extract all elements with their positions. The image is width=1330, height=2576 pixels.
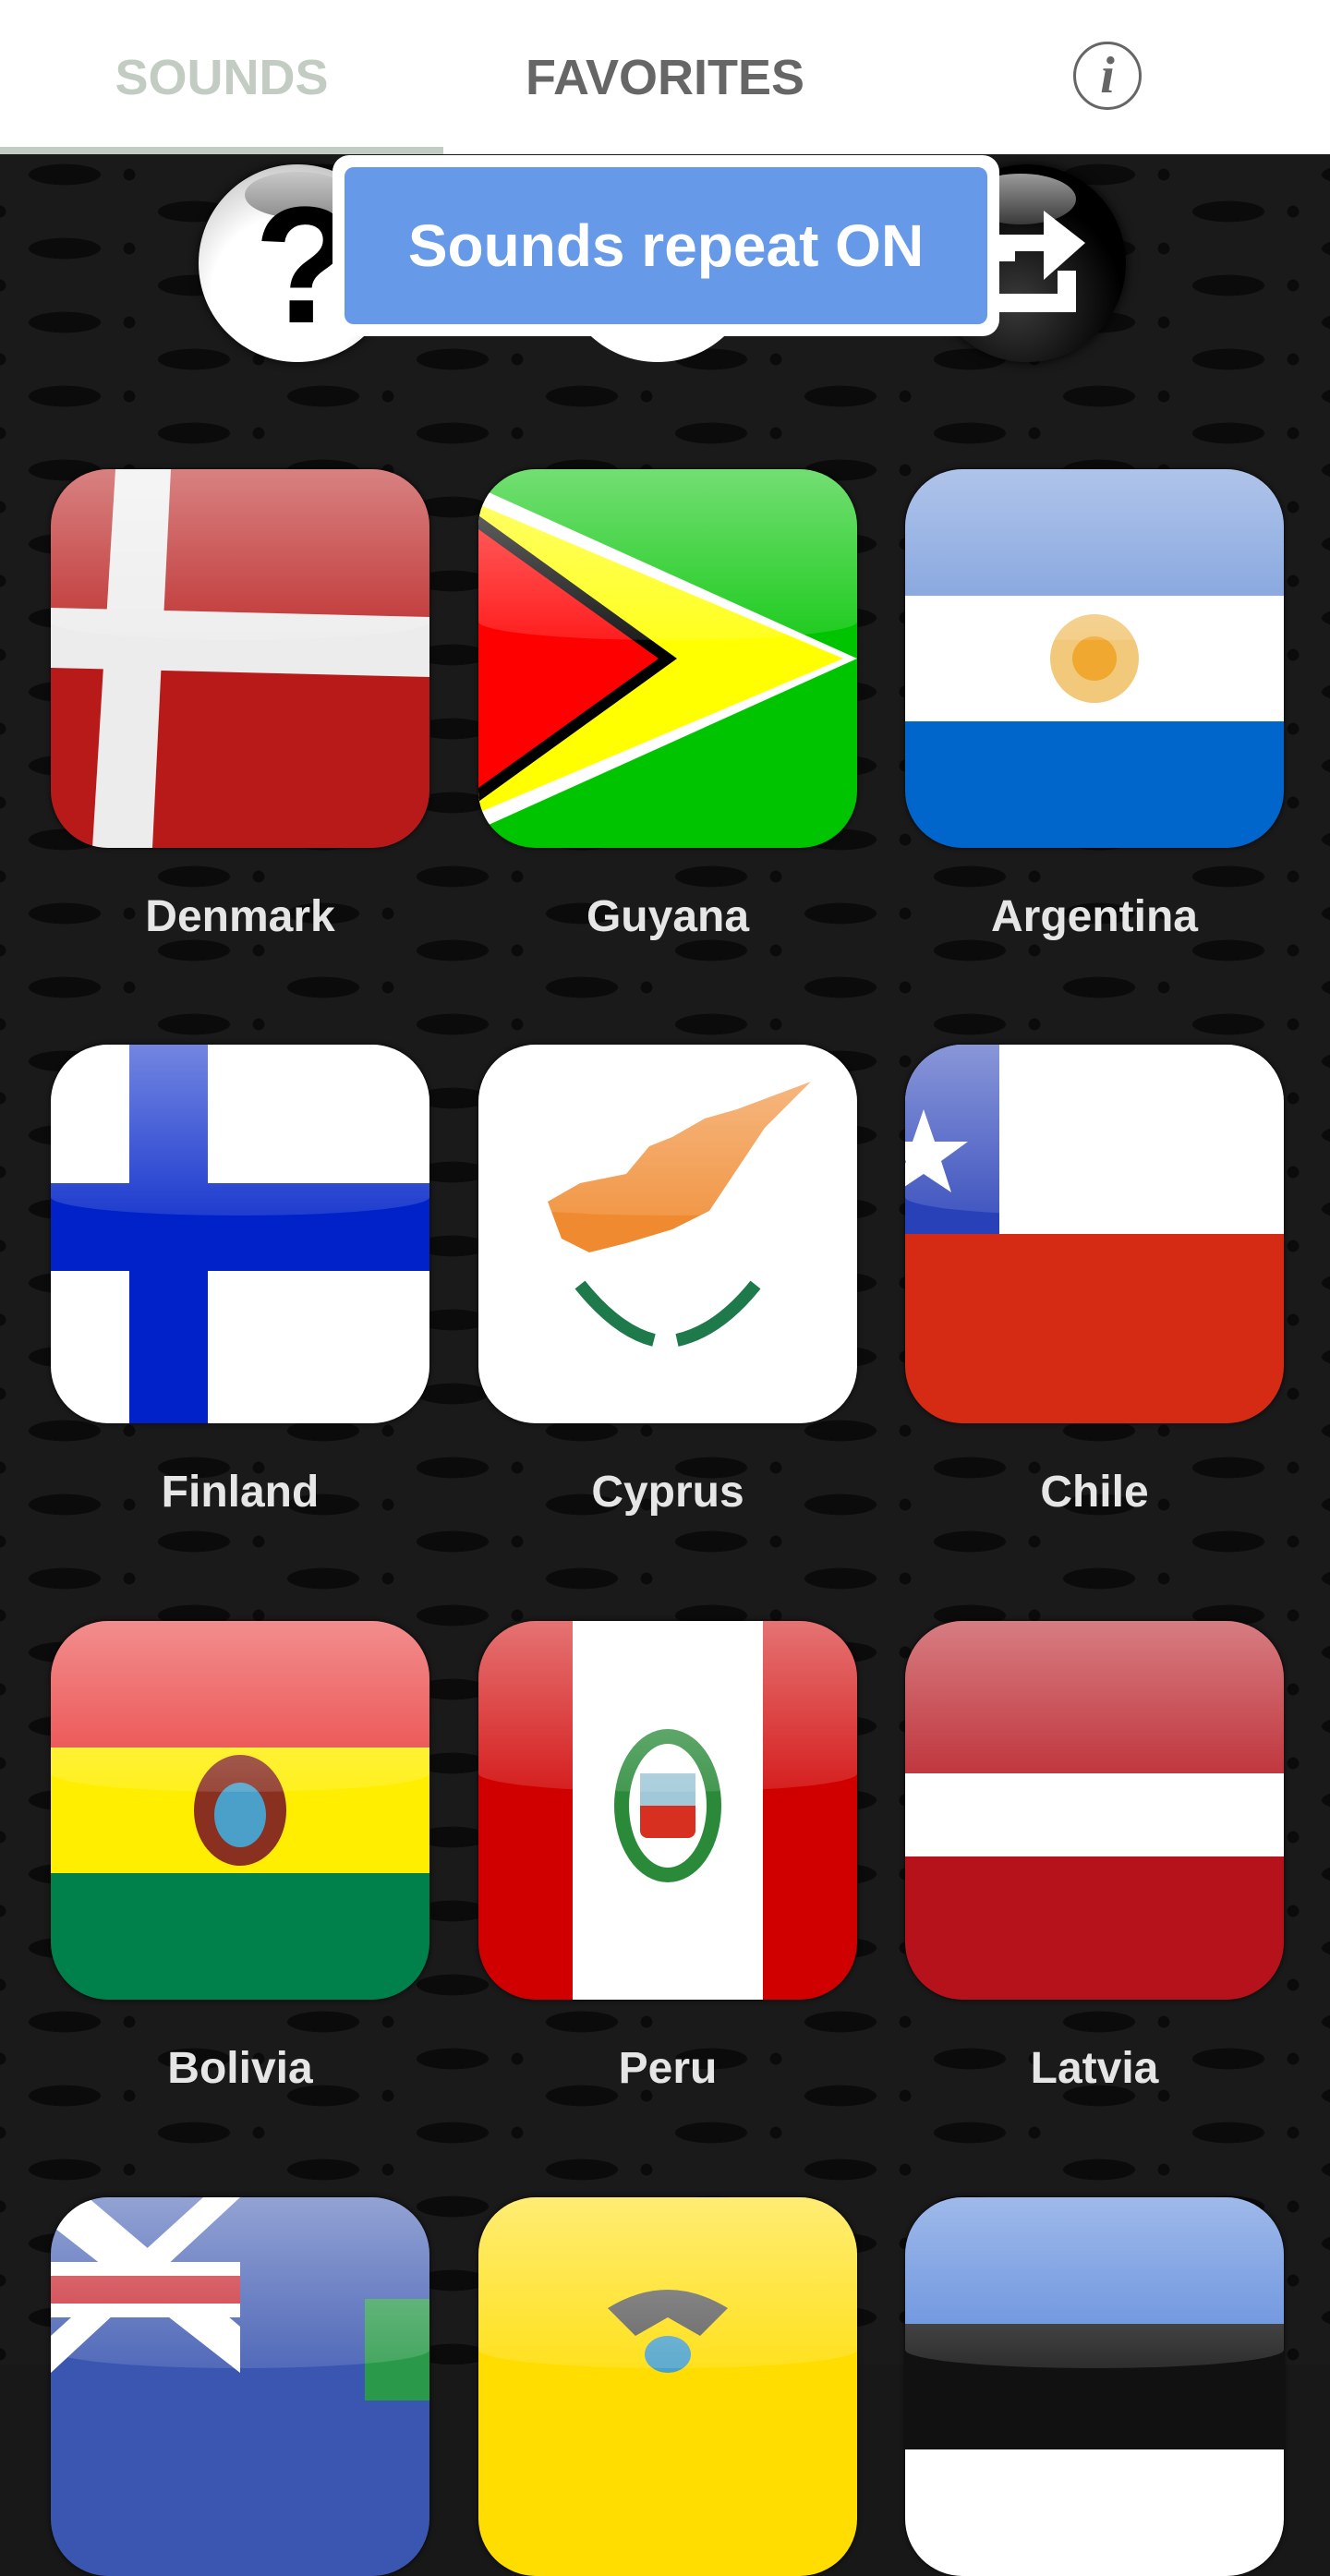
tile-label: Cyprus xyxy=(591,1468,744,1517)
sound-tile-bolivia[interactable] xyxy=(51,1621,429,2000)
tab-bar: SOUNDS FAVORITES i xyxy=(0,0,1330,154)
peru-flag-icon xyxy=(478,1621,857,2000)
cyprus-flag-icon xyxy=(478,1045,857,1423)
sound-tile-montserrat[interactable] xyxy=(51,2197,429,2576)
sound-tile-ecuador[interactable] xyxy=(478,2197,857,2576)
tile-label: Guyana xyxy=(586,892,750,941)
tab-favorites[interactable]: FAVORITES xyxy=(443,0,887,154)
chile-flag-icon xyxy=(905,1045,1284,1423)
estonia-flag-icon xyxy=(905,2197,1284,2576)
sound-tile-denmark[interactable] xyxy=(51,469,429,848)
sound-tile-estonia[interactable] xyxy=(905,2197,1284,2576)
tile-label: Finland xyxy=(161,1468,320,1517)
active-tab-indicator xyxy=(0,147,443,154)
ecuador-flag-icon xyxy=(478,2197,857,2576)
argentina-flag-icon xyxy=(905,469,1284,848)
montserrat-flag-icon xyxy=(51,2197,429,2576)
tab-sounds[interactable]: SOUNDS xyxy=(0,0,443,154)
info-icon: i xyxy=(1100,47,1115,104)
sound-tile-guyana[interactable] xyxy=(478,469,857,848)
sound-tile-cyprus[interactable] xyxy=(478,1045,857,1423)
bolivia-flag-icon xyxy=(51,1621,429,2000)
tile-label: Chile xyxy=(1040,1468,1149,1517)
sound-tile-argentina[interactable] xyxy=(905,469,1284,848)
sound-tile-chile[interactable] xyxy=(905,1045,1284,1423)
guyana-flag-icon xyxy=(478,469,857,848)
sound-tile-peru[interactable] xyxy=(478,1621,857,2000)
sound-tile-latvia[interactable] xyxy=(905,1621,1284,2000)
tile-label: Latvia xyxy=(1030,2044,1159,2093)
tile-label: Denmark xyxy=(145,892,335,941)
tile-label: Argentina xyxy=(990,892,1198,941)
toast-message: Sounds repeat ON xyxy=(345,167,987,324)
sound-tile-finland[interactable] xyxy=(51,1045,429,1423)
tile-label: Bolivia xyxy=(167,2044,313,2093)
denmark-flag-icon xyxy=(51,469,429,848)
tile-label: Peru xyxy=(618,2044,718,2093)
info-button[interactable]: i xyxy=(1073,42,1142,110)
finland-flag-icon xyxy=(51,1045,429,1423)
latvia-flag-icon xyxy=(905,1621,1284,2000)
toast-notification: Sounds repeat ON xyxy=(332,155,999,336)
